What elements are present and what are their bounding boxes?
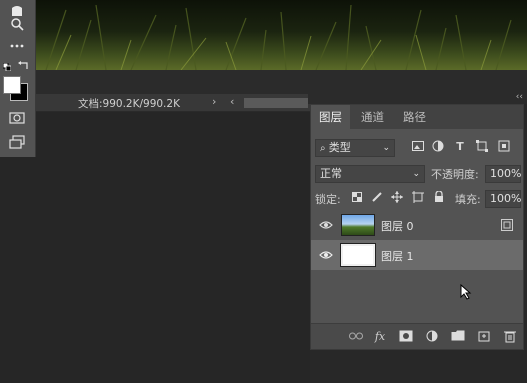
workspace-gap (36, 70, 527, 94)
tab-paths[interactable]: 路径 (395, 105, 434, 129)
lock-artboard-icon[interactable] (412, 191, 424, 208)
collapse-panels-icon[interactable]: ‹‹ (516, 92, 523, 102)
panel-tabs: 图层 通道 路径 (311, 105, 523, 129)
layer-row-0[interactable]: 图层 0 (311, 210, 523, 240)
chevron-down-icon: ⌄ (382, 143, 390, 153)
blend-mode-value: 正常 (320, 167, 342, 180)
filter-smart-object-icon[interactable] (497, 140, 511, 157)
foreground-color[interactable] (3, 76, 21, 94)
tab-channels[interactable]: 通道 (353, 105, 392, 129)
fill-label: 填充: (455, 193, 481, 206)
canvas-image[interactable] (36, 0, 527, 70)
blend-mode-select[interactable]: 正常 ⌄ (315, 165, 425, 183)
layer-thumbnail-white (340, 243, 376, 267)
panel-dock-header: ‹‹ (308, 92, 527, 104)
layer-name[interactable]: 图层 1 (381, 248, 414, 264)
fill-input[interactable]: 100% (485, 190, 521, 208)
tools-panel (0, 0, 36, 157)
delete-layer-icon[interactable] (503, 330, 517, 344)
new-layer-icon[interactable] (477, 330, 491, 344)
lock-transparent-pixels-icon[interactable] (351, 191, 363, 207)
chevron-down-icon: ⌄ (412, 169, 420, 179)
document-workspace[interactable] (0, 94, 310, 383)
horizontal-scrollbar[interactable] (244, 98, 308, 108)
zoom-icon[interactable] (4, 14, 30, 34)
layer-name[interactable]: 图层 0 (381, 218, 414, 234)
more-icon[interactable] (4, 36, 30, 56)
lock-position-icon[interactable] (391, 191, 403, 208)
lock-all-icon[interactable] (433, 190, 445, 208)
status-expand-arrow[interactable]: › (212, 95, 216, 108)
lock-label: 锁定: (315, 193, 341, 206)
opacity-label: 不透明度: (431, 168, 479, 181)
scroll-left-arrow[interactable]: ‹ (230, 95, 234, 108)
filter-type-icon[interactable]: T (453, 139, 467, 155)
filter-kind-label: 类型 (328, 141, 351, 154)
opacity-input[interactable]: 100% (485, 165, 521, 183)
layer-thumbnail-photo (341, 214, 375, 236)
new-group-icon[interactable] (451, 330, 465, 344)
smart-object-badge-icon (501, 219, 513, 231)
swap-colors-icon[interactable] (18, 60, 30, 70)
layer-style-fx-icon[interactable]: fx (373, 330, 387, 344)
layers-panel: 图层 通道 路径 ⌕ 类型 ⌄ T 正常 ⌄ 不透明度: 100% 锁定: 填充… (310, 104, 524, 350)
tab-layers[interactable]: 图层 (311, 105, 350, 129)
lock-image-pixels-icon[interactable] (371, 191, 383, 207)
search-icon: ⌕ (320, 143, 329, 154)
filter-pixel-icon[interactable] (411, 140, 425, 156)
filter-adjustment-icon[interactable] (431, 140, 445, 157)
adjustment-layer-icon[interactable] (425, 330, 439, 344)
link-layers-icon[interactable] (349, 330, 363, 344)
eye-icon[interactable] (319, 218, 333, 232)
document-size-info[interactable]: 文档:990.2K/990.2K (78, 96, 180, 111)
eye-icon[interactable] (319, 248, 333, 262)
mouse-cursor-icon (460, 284, 472, 300)
status-bar: 文档:990.2K/990.2K › ‹ (36, 94, 310, 112)
default-colors-icon[interactable] (2, 61, 12, 72)
layer-row-1[interactable]: 图层 1 (311, 240, 523, 270)
quick-mask-icon[interactable] (4, 108, 30, 128)
layer-filter-select[interactable]: ⌕ 类型 ⌄ (315, 139, 395, 157)
layers-bottom-bar: fx (311, 323, 523, 349)
add-mask-icon[interactable] (399, 330, 413, 344)
filter-shape-icon[interactable] (475, 140, 489, 157)
screen-mode-icon[interactable] (4, 132, 30, 152)
